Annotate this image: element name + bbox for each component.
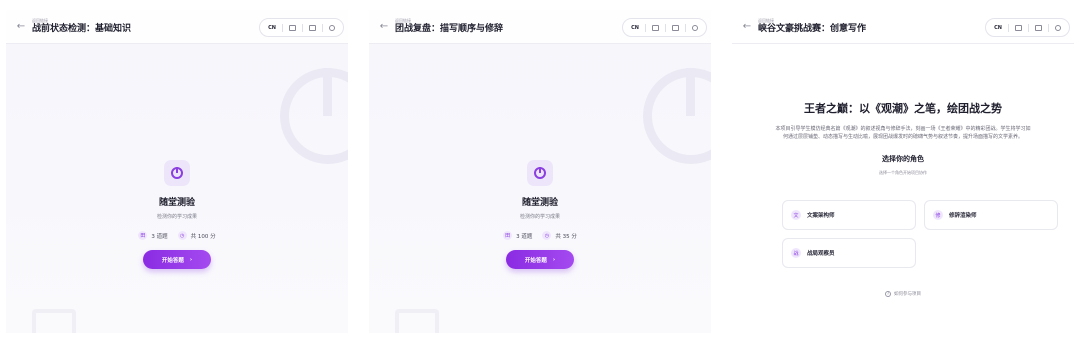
project-hero: 王者之巅：以《观潮》之笔，绘团战之势 本项目引导学生模仿经典名篇《观潮》的叙述视… [732,100,1074,176]
toolbar-pill: CN [985,18,1070,37]
divider [665,23,666,32]
chevron-right-icon: › [189,256,193,263]
role-badge-icon: 文 [791,210,801,220]
quiz-meta: 田 3 道题 ◷ 共 100 分 [138,231,216,240]
role-card-observer[interactable]: 战 战局观察员 [782,238,916,268]
pie-decoration-icon [643,68,711,164]
back-arrow-icon[interactable]: ← [10,21,32,32]
language-toggle[interactable]: CN [268,25,276,31]
quiz-card: 随堂测验 检测你的学习成果 田 3 道题 ◷ 共 100 分 开始答题 › [6,160,348,269]
quiz-title: 随堂测验 [521,198,558,208]
toolbar-pill: CN [622,18,707,37]
toolbar-pill: CN [259,18,344,37]
question-count: 田 3 道题 [138,231,168,240]
role-subtitle: 选择一个角色开始项目协作 [879,170,927,175]
book-decoration-icon [395,309,439,333]
breadcrumb[interactable]: 返回链接 [758,19,866,23]
question-count: 田 3 道题 [503,231,532,240]
top-bar: ← 返回链接 战前状态检测：基础知识 CN [6,10,348,44]
quiz-card: 随堂测验 检测你的学习成果 田 3 道题 ◷ 共 35 分 开始答题 › [369,160,711,269]
page-title: 团战复盘：描写顺序与修辞 [395,24,504,34]
start-quiz-label: 开始答题 [161,257,184,264]
divider [685,23,686,32]
role-card-writer[interactable]: 文 文案架构师 [782,200,916,230]
role-label: 修辞渲染师 [949,213,977,219]
quiz-icon [527,160,553,186]
chat-icon[interactable] [1035,24,1042,31]
screen-quiz-basic: ← 返回链接 战前状态检测：基础知识 CN 随堂测验 检测你的学习成果 田 3 … [6,10,348,333]
back-arrow-icon[interactable]: ← [736,21,758,32]
start-quiz-label: 开始答题 [524,257,547,264]
question-circle-icon: ? [885,291,891,297]
chat-icon[interactable] [672,24,679,31]
user-icon[interactable] [692,24,698,31]
grid-icon: 田 [138,231,148,240]
role-badge-icon: 修 [933,210,943,220]
role-badge-icon: 战 [791,248,801,258]
total-points: ◷ 共 35 分 [542,231,577,240]
project-title: 王者之巅：以《观潮》之笔，绘团战之势 [804,102,1002,115]
role-label: 战局观察员 [807,251,835,257]
quiz-title: 随堂测验 [158,198,195,208]
quiz-subtitle: 检测你的学习成果 [156,214,197,220]
total-points-label: 共 35 分 [555,233,577,240]
help-label: 如何参与项目 [894,292,921,297]
divider [645,23,646,32]
monitor-icon[interactable] [652,24,659,31]
divider [302,23,303,32]
user-icon[interactable] [329,24,335,31]
question-count-label: 3 道题 [516,233,533,240]
clock-icon: ◷ [542,231,552,240]
screen-project-intro: ← 返回链接 峡谷文豪挑战赛：创意写作 CN 王者之巅：以《观潮》之笔，绘团战之… [732,10,1074,333]
top-bar: ← 返回链接 团战复盘：描写顺序与修辞 CN [369,10,711,44]
page-title: 战前状态检测：基础知识 [32,24,132,34]
monitor-icon[interactable] [289,24,296,31]
language-toggle[interactable]: CN [631,25,639,31]
chat-icon[interactable] [309,24,316,31]
book-decoration-icon [32,309,76,333]
quiz-meta: 田 3 道题 ◷ 共 35 分 [503,231,577,240]
grid-icon: 田 [503,231,513,240]
role-card-rhetoric[interactable]: 修 修辞渲染师 [924,200,1058,230]
divider [1008,23,1009,32]
top-bar: ← 返回链接 峡谷文豪挑战赛：创意写作 CN [732,10,1074,44]
monitor-icon[interactable] [1015,24,1022,31]
quiz-subtitle: 检测你的学习成果 [519,214,560,220]
breadcrumb[interactable]: 返回链接 [32,19,131,23]
pie-decoration-icon [280,68,348,164]
chevron-right-icon: › [552,256,556,263]
role-grid: 文 文案架构师 修 修辞渲染师 战 战局观察员 [782,200,1058,268]
role-label: 文案架构师 [807,213,835,219]
start-quiz-button[interactable]: 开始答题 › [506,250,574,269]
divider [1048,23,1049,32]
question-count-label: 3 道题 [151,233,168,240]
language-toggle[interactable]: CN [994,25,1002,31]
project-description: 本项目引导学生模仿经典名篇《观潮》的叙述视角与修辞手法，刻画一场《王者荣耀》中的… [775,126,1031,140]
divider [282,23,283,32]
screen-quiz-review: ← 返回链接 团战复盘：描写顺序与修辞 CN 随堂测验 检测你的学习成果 田 3… [369,10,711,333]
quiz-icon [164,160,190,186]
divider [1028,23,1029,32]
divider [322,23,323,32]
total-points: ◷ 共 100 分 [177,231,216,240]
clock-icon: ◷ [177,231,187,240]
start-quiz-button[interactable]: 开始答题 › [143,250,211,269]
back-arrow-icon[interactable]: ← [373,21,395,32]
page-title: 峡谷文豪挑战赛：创意写作 [758,24,867,34]
help-link[interactable]: ? 如何参与项目 [732,291,1074,297]
role-heading: 选择你的角色 [882,155,924,163]
user-icon[interactable] [1055,24,1061,31]
total-points-label: 共 100 分 [190,233,216,240]
breadcrumb[interactable]: 返回链接 [395,19,503,23]
